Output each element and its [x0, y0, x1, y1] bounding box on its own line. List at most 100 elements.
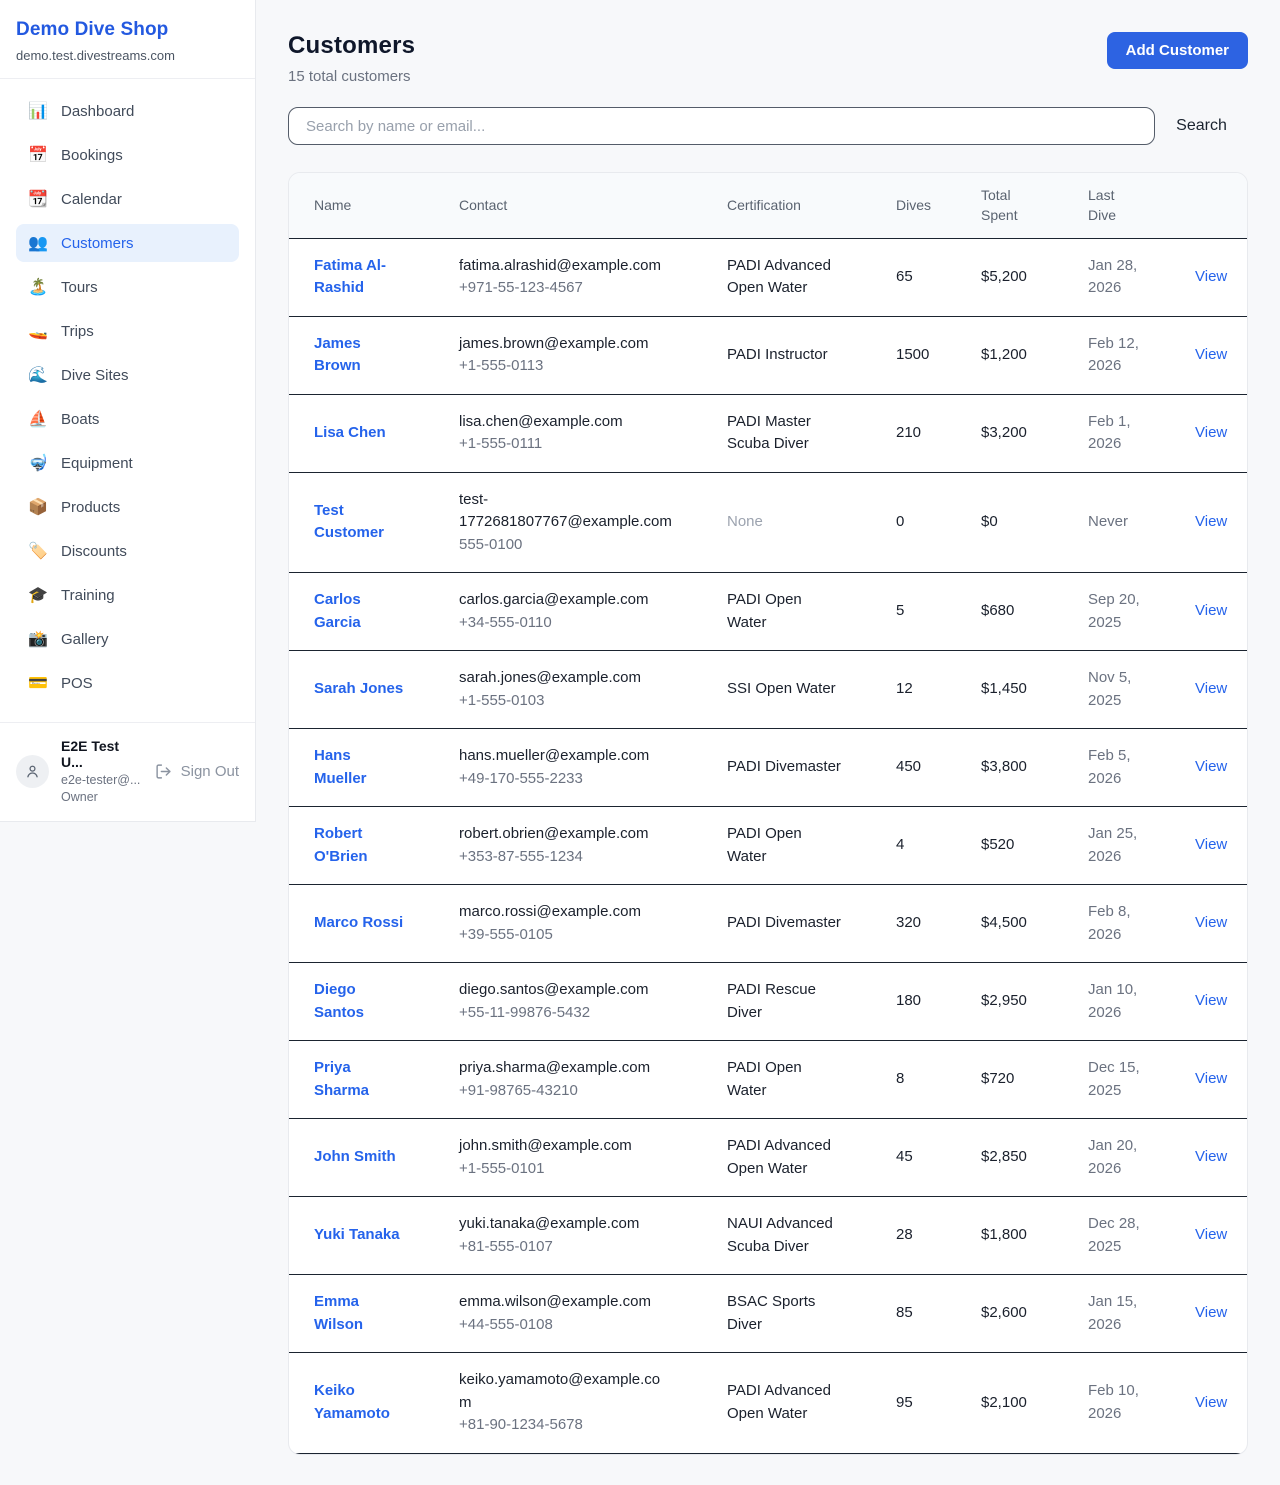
- sidebar-item-equipment[interactable]: 🤿 Equipment: [16, 444, 239, 482]
- customer-total-spent: $3,800: [981, 758, 1027, 775]
- customer-name-link[interactable]: John Smith: [314, 1148, 396, 1165]
- customer-last-dive: Feb 8, 2026: [1088, 903, 1131, 943]
- customer-dives: 12: [896, 680, 913, 697]
- customer-name-link[interactable]: Robert O'Brien: [314, 825, 368, 865]
- sidebar: Demo Dive Shop demo.test.divestreams.com…: [0, 0, 256, 822]
- customer-total-spent: $720: [981, 1070, 1014, 1087]
- customer-phone: +81-90-1234-5678: [459, 1414, 672, 1437]
- brand-block: Demo Dive Shop demo.test.divestreams.com: [0, 0, 255, 79]
- view-customer-link[interactable]: View: [1195, 268, 1227, 285]
- view-customer-link[interactable]: View: [1195, 1394, 1227, 1411]
- customer-name-link[interactable]: Yuki Tanaka: [314, 1226, 400, 1243]
- customer-name-link[interactable]: Priya Sharma: [314, 1059, 369, 1099]
- view-customer-link[interactable]: View: [1195, 1226, 1227, 1243]
- view-customer-link[interactable]: View: [1195, 758, 1227, 775]
- customer-dives: 320: [896, 914, 921, 931]
- column-header-last-dive: Last Dive: [1088, 173, 1195, 238]
- customer-row: Yuki Tanaka yuki.tanaka@example.com +81-…: [289, 1197, 1248, 1275]
- sidebar-item-products[interactable]: 📦 Products: [16, 488, 239, 526]
- view-customer-link[interactable]: View: [1195, 680, 1227, 697]
- sidebar-item-dive-sites[interactable]: 🌊 Dive Sites: [16, 356, 239, 394]
- customer-certification: PADI Rescue Diver: [727, 981, 816, 1021]
- sidebar-item-discounts[interactable]: 🏷️ Discounts: [16, 532, 239, 570]
- customer-row: James Brown james.brown@example.com +1-5…: [289, 316, 1248, 394]
- logout-icon: [155, 763, 172, 780]
- sidebar-item-customers[interactable]: 👥 Customers: [16, 224, 239, 262]
- customer-certification: PADI Divemaster: [727, 914, 841, 931]
- sidebar-item-label: Bookings: [61, 147, 123, 164]
- page-title-block: Customers 15 total customers: [288, 32, 415, 85]
- search-input[interactable]: [288, 107, 1155, 145]
- wave-icon: 🌊: [28, 365, 48, 385]
- customer-total-spent: $5,200: [981, 268, 1027, 285]
- customer-email: priya.sharma@example.com: [459, 1057, 672, 1080]
- customer-row: Sarah Jones sarah.jones@example.com +1-5…: [289, 651, 1248, 729]
- customer-phone: 555-0100: [459, 534, 672, 557]
- customer-name-link[interactable]: Diego Santos: [314, 981, 364, 1021]
- sidebar-item-tours[interactable]: 🏝️ Tours: [16, 268, 239, 306]
- customer-name-link[interactable]: James Brown: [314, 335, 361, 375]
- customer-row: Priya Sharma priya.sharma@example.com +9…: [289, 1041, 1248, 1119]
- view-customer-link[interactable]: View: [1195, 1304, 1227, 1321]
- sidebar-item-dashboard[interactable]: 📊 Dashboard: [16, 92, 239, 130]
- customer-name-link[interactable]: Test Customer: [314, 502, 384, 542]
- shop-domain: demo.test.divestreams.com: [16, 48, 239, 63]
- customer-certification: PADI Divemaster: [727, 758, 841, 775]
- view-customer-link[interactable]: View: [1195, 346, 1227, 363]
- customer-name-link[interactable]: Carlos Garcia: [314, 591, 361, 631]
- user-email: e2e-tester@...: [61, 772, 143, 789]
- sign-out-button[interactable]: Sign Out: [155, 763, 239, 780]
- customer-dives: 95: [896, 1394, 913, 1411]
- customer-certification: PADI Open Water: [727, 1059, 802, 1099]
- customer-certification: None: [727, 513, 763, 530]
- sidebar-item-boats[interactable]: ⛵ Boats: [16, 400, 239, 438]
- customer-total-spent: $1,200: [981, 346, 1027, 363]
- customer-name-link[interactable]: Lisa Chen: [314, 424, 386, 441]
- view-customer-link[interactable]: View: [1195, 424, 1227, 441]
- sidebar-nav: 📊 Dashboard 📅 Bookings 📆 Calendar 👥 Cust…: [0, 79, 255, 722]
- sidebar-item-gallery[interactable]: 📸 Gallery: [16, 620, 239, 658]
- customer-name-link[interactable]: Emma Wilson: [314, 1293, 363, 1333]
- sidebar-item-training[interactable]: 🎓 Training: [16, 576, 239, 614]
- search-button[interactable]: Search: [1155, 117, 1248, 135]
- search-row: Search: [288, 107, 1248, 145]
- customer-last-dive: Jan 28, 2026: [1088, 257, 1137, 297]
- customer-name-link[interactable]: Sarah Jones: [314, 680, 403, 697]
- sidebar-item-trips[interactable]: 🚤 Trips: [16, 312, 239, 350]
- customer-last-dive: Dec 15, 2025: [1088, 1059, 1140, 1099]
- view-customer-link[interactable]: View: [1195, 513, 1227, 530]
- customer-name-link[interactable]: Fatima Al-Rashid: [314, 257, 386, 297]
- customer-name-link[interactable]: Keiko Yamamoto: [314, 1382, 390, 1422]
- view-customer-link[interactable]: View: [1195, 1070, 1227, 1087]
- customers-table: Name Contact Certification Dives Total S…: [289, 173, 1248, 1454]
- customer-last-dive: Dec 28, 2025: [1088, 1215, 1140, 1255]
- page-title: Customers: [288, 32, 415, 60]
- user-role: Owner: [61, 789, 143, 806]
- package-icon: 📦: [28, 497, 48, 517]
- sidebar-item-pos[interactable]: 💳 POS: [16, 664, 239, 702]
- customer-total-spent: $0: [981, 513, 998, 530]
- customer-name-link[interactable]: Marco Rossi: [314, 914, 403, 931]
- add-customer-button[interactable]: Add Customer: [1107, 32, 1248, 69]
- shop-title: Demo Dive Shop: [16, 19, 239, 41]
- customer-dives: 45: [896, 1148, 913, 1165]
- customer-phone: +971-55-123-4567: [459, 277, 672, 300]
- view-customer-link[interactable]: View: [1195, 992, 1227, 1009]
- view-customer-link[interactable]: View: [1195, 836, 1227, 853]
- customer-name-link[interactable]: Hans Mueller: [314, 747, 367, 787]
- customer-phone: +39-555-0105: [459, 924, 672, 947]
- user-section: E2E Test U... e2e-tester@... Owner Sign …: [0, 722, 255, 821]
- sidebar-item-label: Trips: [61, 323, 94, 340]
- view-customer-link[interactable]: View: [1195, 1148, 1227, 1165]
- view-customer-link[interactable]: View: [1195, 914, 1227, 931]
- sidebar-item-label: Products: [61, 499, 120, 516]
- customer-last-dive: Jan 10, 2026: [1088, 981, 1137, 1021]
- view-customer-link[interactable]: View: [1195, 602, 1227, 619]
- customer-total-spent: $2,950: [981, 992, 1027, 1009]
- sidebar-item-bookings[interactable]: 📅 Bookings: [16, 136, 239, 174]
- customer-row: Carlos Garcia carlos.garcia@example.com …: [289, 573, 1248, 651]
- customer-row: Fatima Al-Rashid fatima.alrashid@example…: [289, 238, 1248, 316]
- person-icon: [24, 763, 41, 780]
- customer-count: 15 total customers: [288, 68, 415, 85]
- sidebar-item-calendar[interactable]: 📆 Calendar: [16, 180, 239, 218]
